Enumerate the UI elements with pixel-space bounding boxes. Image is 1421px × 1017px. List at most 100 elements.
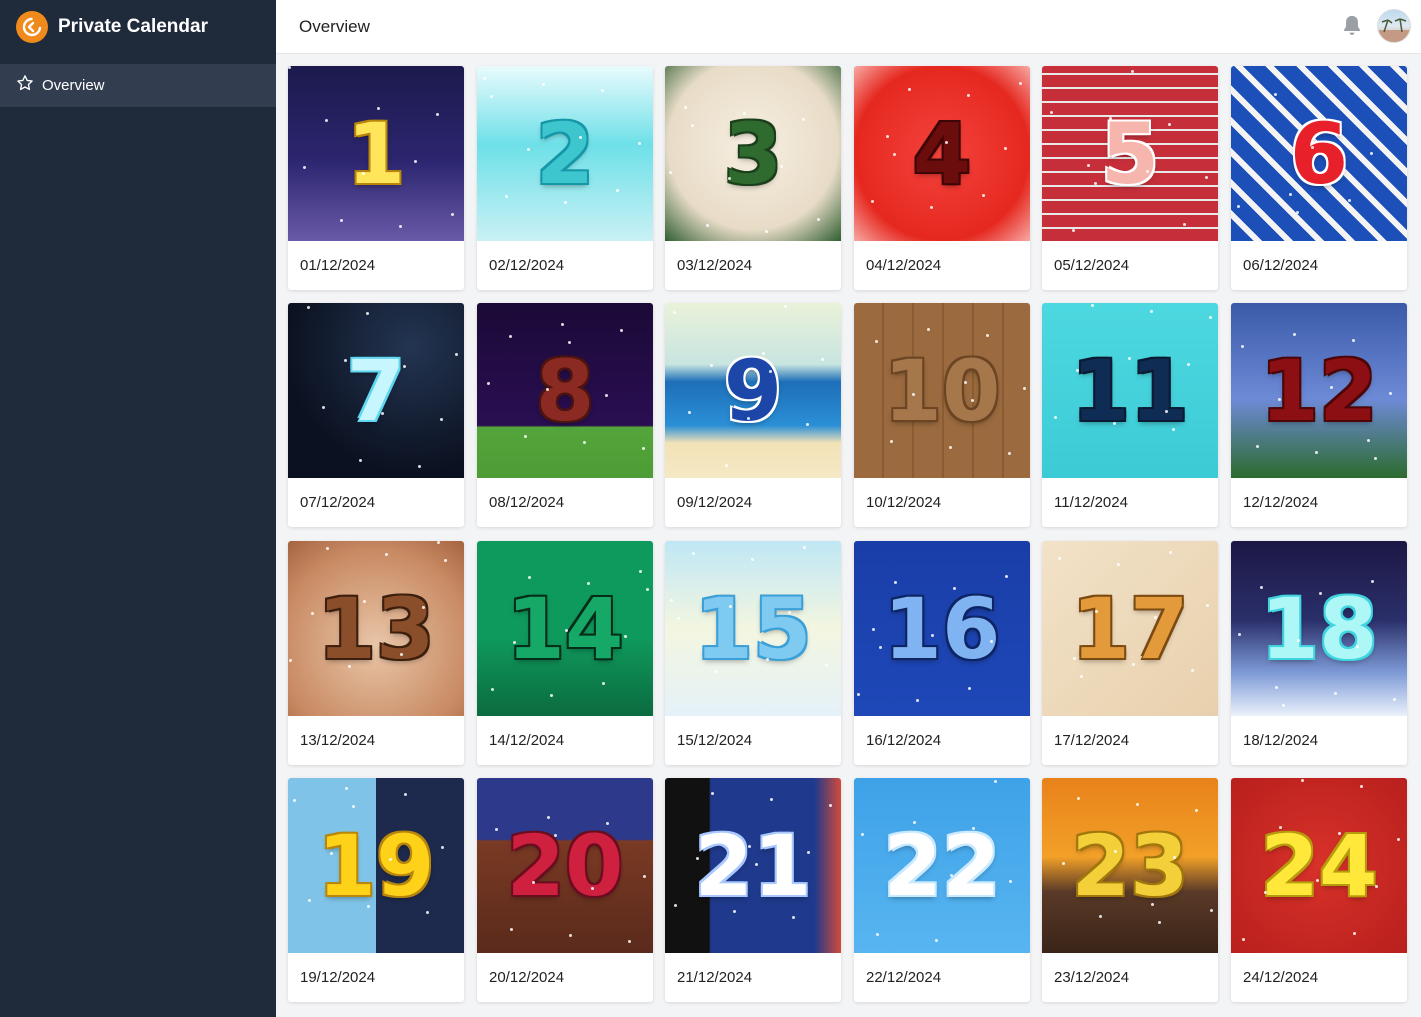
- day-image: 4: [854, 66, 1030, 241]
- calendar-day-card[interactable]: 14 14/12/2024: [477, 541, 653, 765]
- snowflake-decoration: [1191, 669, 1194, 672]
- snowflake-decoration: [513, 641, 516, 644]
- snowflake-decoration: [1275, 686, 1278, 689]
- day-date-label: 12/12/2024: [1243, 494, 1319, 511]
- calendar-day-card[interactable]: 1 01/12/2024: [288, 66, 464, 290]
- snowflake-decoration: [1333, 99, 1336, 102]
- snowflake-decoration: [1150, 310, 1153, 313]
- snowflake-decoration: [1296, 211, 1299, 214]
- snowflake-decoration: [1195, 809, 1198, 812]
- snowflake-decoration: [1005, 575, 1008, 578]
- snowflake-decoration: [747, 417, 750, 420]
- snowflake-decoration: [770, 798, 773, 801]
- snowflake-decoration: [1264, 891, 1267, 894]
- calendar-day-card[interactable]: 10 10/12/2024: [854, 303, 1030, 527]
- header: Overview: [276, 0, 1421, 54]
- day-date-label: 07/12/2024: [300, 494, 376, 511]
- snowflake-decoration: [340, 219, 343, 222]
- calendar-day-card[interactable]: 24 24/12/2024: [1231, 778, 1407, 1002]
- calendar-day-card[interactable]: 19 19/12/2024: [288, 778, 464, 1002]
- day-number: 21: [694, 816, 812, 915]
- snowflake-decoration: [806, 423, 809, 426]
- snowflake-decoration: [1274, 93, 1277, 96]
- calendar-day-card[interactable]: 3 03/12/2024: [665, 66, 841, 290]
- day-number: 24: [1260, 816, 1378, 915]
- day-date-label: 24/12/2024: [1243, 969, 1319, 986]
- snowflake-decoration: [1172, 428, 1175, 431]
- snowflake-decoration: [528, 576, 531, 579]
- snowflake-decoration: [646, 588, 649, 591]
- day-number: 3: [723, 104, 783, 203]
- snowflake-decoration: [455, 353, 458, 356]
- snowflake-decoration: [1389, 392, 1392, 395]
- snowflake-decoration: [587, 582, 590, 585]
- calendar-day-card[interactable]: 21 21/12/2024: [665, 778, 841, 1002]
- snowflake-decoration: [1050, 111, 1053, 114]
- calendar-day-card[interactable]: 16 16/12/2024: [854, 541, 1030, 765]
- day-date-label: 06/12/2024: [1243, 257, 1319, 274]
- day-image: 5: [1042, 66, 1218, 241]
- snowflake-decoration: [908, 88, 911, 91]
- avatar[interactable]: [1377, 9, 1411, 43]
- snowflake-decoration: [1168, 123, 1171, 126]
- bell-icon[interactable]: [1341, 14, 1363, 43]
- snowflake-decoration: [913, 821, 916, 824]
- snowflake-decoration: [1393, 698, 1396, 701]
- calendar-day-card[interactable]: 9 09/12/2024: [665, 303, 841, 527]
- snowflake-decoration: [1210, 909, 1213, 912]
- snowflake-decoration: [422, 606, 425, 609]
- snowflake-decoration: [817, 218, 820, 221]
- snowflake-decoration: [404, 793, 407, 796]
- snowflake-decoration: [638, 142, 641, 145]
- snowflake-decoration: [381, 412, 384, 415]
- calendar-day-card[interactable]: 17 17/12/2024: [1042, 541, 1218, 765]
- calendar-day-card[interactable]: 18 18/12/2024: [1231, 541, 1407, 765]
- calendar-day-card[interactable]: 22 22/12/2024: [854, 778, 1030, 1002]
- snowflake-decoration: [788, 611, 791, 614]
- calendar-day-card[interactable]: 2 02/12/2024: [477, 66, 653, 290]
- snowflake-decoration: [426, 911, 429, 914]
- day-image: 24: [1231, 778, 1407, 953]
- snowflake-decoration: [554, 834, 557, 837]
- day-date-label: 20/12/2024: [489, 969, 565, 986]
- calendar-day-card[interactable]: 20 20/12/2024: [477, 778, 653, 1002]
- snowflake-decoration: [861, 833, 864, 836]
- snowflake-decoration: [893, 153, 896, 156]
- brand[interactable]: Private Calendar: [0, 0, 276, 54]
- snowflake-decoration: [692, 552, 695, 555]
- calendar-day-card[interactable]: 13 13/12/2024: [288, 541, 464, 765]
- day-image: 1: [288, 66, 464, 241]
- snowflake-decoration: [1252, 140, 1255, 143]
- day-number: 22: [883, 816, 1001, 915]
- star-outline-icon: [16, 74, 34, 97]
- calendar-day-card[interactable]: 6 06/12/2024: [1231, 66, 1407, 290]
- snowflake-decoration: [1370, 152, 1373, 155]
- calendar-day-card[interactable]: 4 04/12/2024: [854, 66, 1030, 290]
- snowflake-decoration: [583, 441, 586, 444]
- calendar-day-card[interactable]: 23 23/12/2024: [1042, 778, 1218, 1002]
- snowflake-decoration: [1023, 387, 1026, 390]
- calendar-day-card[interactable]: 12 12/12/2024: [1231, 303, 1407, 527]
- calendar-day-card[interactable]: 5 05/12/2024: [1042, 66, 1218, 290]
- snowflake-decoration: [982, 194, 985, 197]
- snowflake-decoration: [1095, 610, 1098, 613]
- snowflake-decoration: [898, 886, 901, 889]
- day-number: 16: [883, 579, 1001, 678]
- snowflake-decoration: [367, 905, 370, 908]
- day-number: 11: [1071, 341, 1189, 440]
- snowflake-decoration: [711, 792, 714, 795]
- snowflake-decoration: [1128, 357, 1131, 360]
- snowflake-decoration: [620, 329, 623, 332]
- sidebar-item-overview[interactable]: Overview: [0, 64, 276, 107]
- day-date-label: 05/12/2024: [1054, 257, 1130, 274]
- snowflake-decoration: [876, 933, 879, 936]
- snowflake-decoration: [1209, 316, 1212, 319]
- calendar-day-card[interactable]: 11 11/12/2024: [1042, 303, 1218, 527]
- snowflake-decoration: [542, 83, 545, 86]
- snowflake-decoration: [330, 852, 333, 855]
- calendar-day-card[interactable]: 8 08/12/2024: [477, 303, 653, 527]
- snowflake-decoration: [569, 934, 572, 937]
- calendar-day-card[interactable]: 7 07/12/2024: [288, 303, 464, 527]
- snowflake-decoration: [1353, 932, 1356, 935]
- calendar-day-card[interactable]: 15 15/12/2024: [665, 541, 841, 765]
